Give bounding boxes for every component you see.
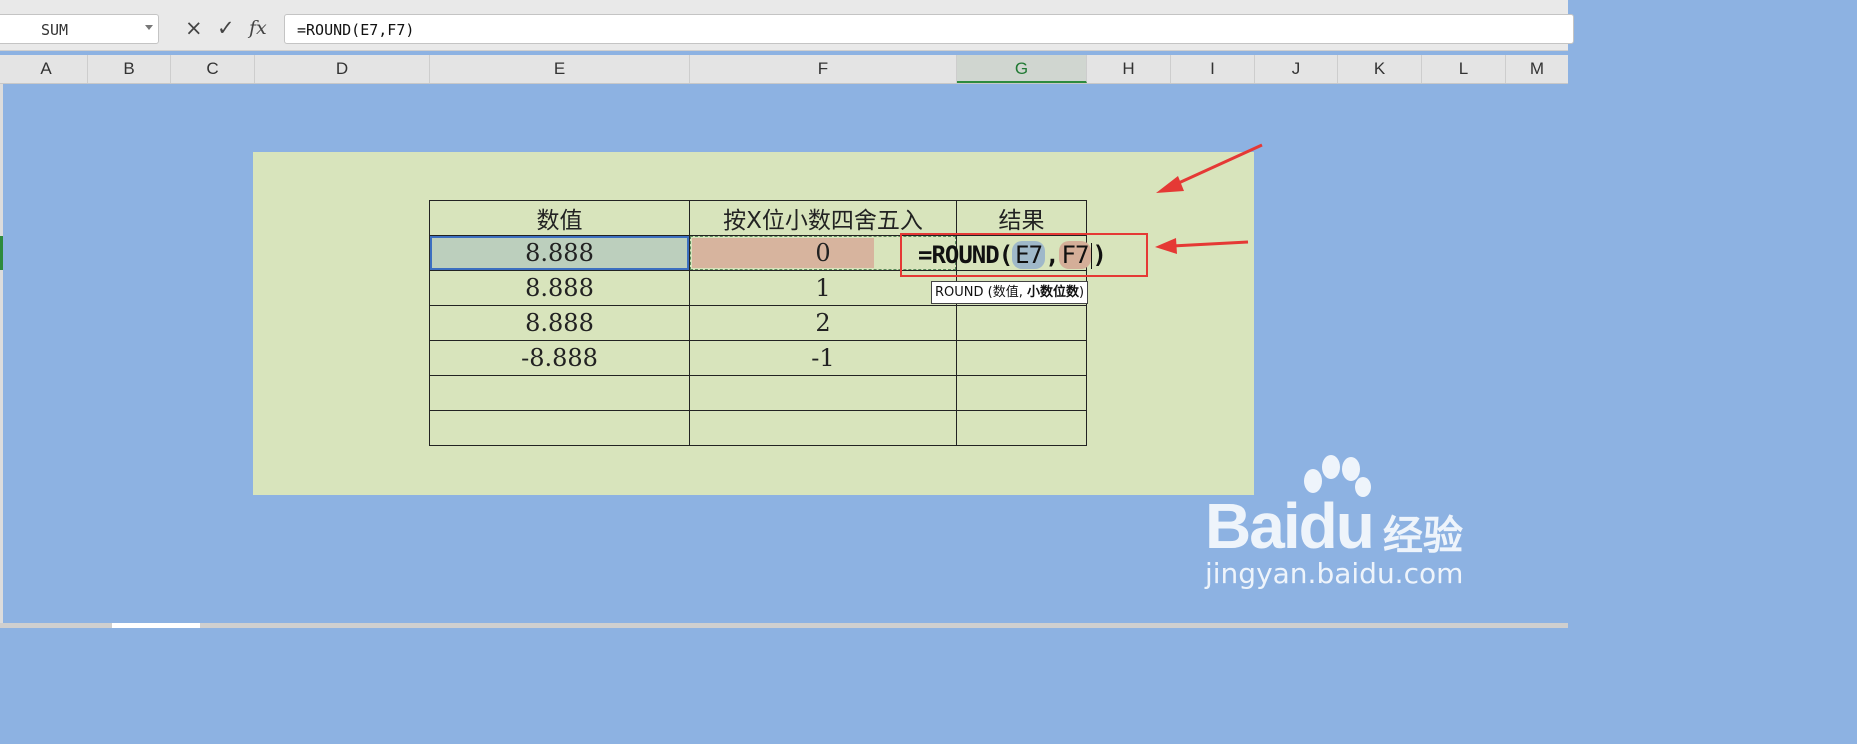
- baidu-watermark: Baidu 经验 jingyan.baidu.com: [1195, 455, 1495, 605]
- watermark-brand: Baidu: [1205, 489, 1375, 563]
- arrow-icon: [1155, 238, 1249, 254]
- arrow-icon: [1156, 143, 1263, 193]
- sheet-tab-strip: [0, 623, 1568, 628]
- watermark-url: jingyan.baidu.com: [1205, 557, 1464, 590]
- watermark-brand-du: du: [1298, 490, 1375, 562]
- sheet-tab[interactable]: [112, 623, 200, 628]
- watermark-brand-bai: Bai: [1205, 490, 1301, 562]
- watermark-cn: 经验: [1383, 513, 1463, 559]
